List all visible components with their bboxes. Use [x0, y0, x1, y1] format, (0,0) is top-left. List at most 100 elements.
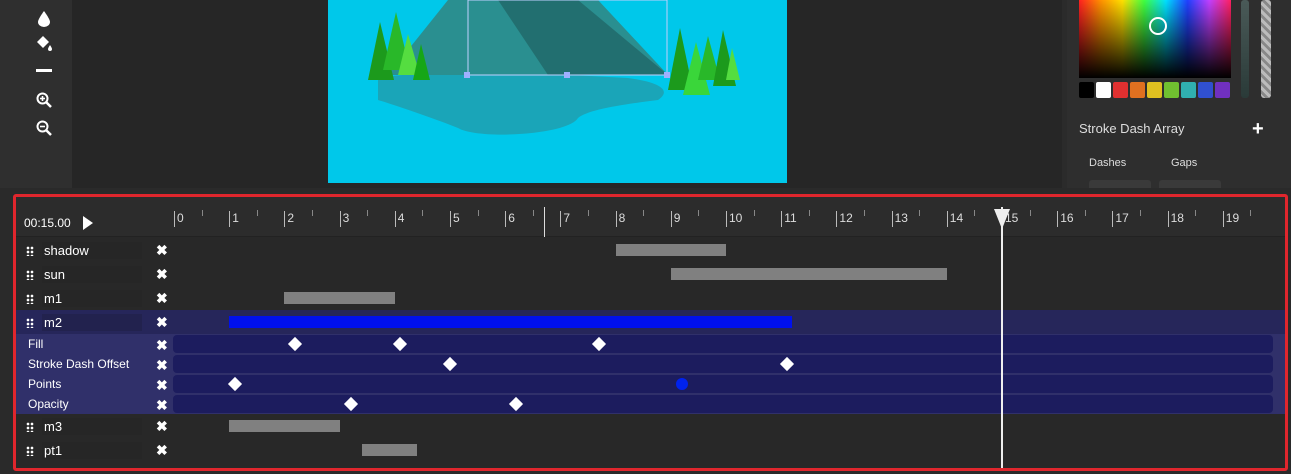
layer-name[interactable]: sun	[42, 266, 142, 283]
hue-slider[interactable]	[1241, 0, 1249, 98]
property-track[interactable]	[173, 395, 1273, 413]
property-row[interactable]: Stroke Dash Offset ✖	[16, 354, 1285, 374]
layer-name-field[interactable]: m3	[26, 418, 142, 435]
editor-top-area: Stroke Dash Array + Dashes Gaps	[0, 0, 1291, 188]
layer-row-pt1[interactable]: pt1 ✖	[16, 438, 1285, 462]
remove-layer-icon[interactable]: ✖	[156, 314, 168, 331]
layer-name-field[interactable]: m2	[26, 314, 142, 331]
ruler-tick	[394, 211, 396, 227]
remove-layer-icon[interactable]: ✖	[156, 418, 168, 435]
zoom-in-icon[interactable]	[33, 89, 55, 111]
drag-handle-icon[interactable]	[26, 421, 34, 432]
color-swatch[interactable]	[1164, 82, 1179, 98]
property-row[interactable]: Opacity ✖	[16, 394, 1285, 414]
property-row[interactable]: Points ✖	[16, 374, 1285, 394]
color-swatch[interactable]	[1215, 82, 1230, 98]
remove-property-icon[interactable]: ✖	[156, 397, 168, 414]
keyframe-selected[interactable]	[675, 378, 688, 390]
ruler-minor-tick	[698, 210, 700, 216]
layer-duration-bar[interactable]	[615, 244, 726, 256]
layer-name[interactable]: m1	[42, 290, 142, 307]
play-button[interactable]	[83, 216, 93, 230]
layer-duration-bar[interactable]	[670, 268, 947, 280]
color-picker-field[interactable]	[1079, 0, 1231, 78]
layer-duration-bar[interactable]	[361, 444, 417, 456]
property-label: Opacity	[28, 397, 69, 411]
ruler-tick	[505, 211, 507, 227]
color-swatch[interactable]	[1130, 82, 1145, 98]
property-label: Points	[28, 377, 62, 391]
add-dash-button[interactable]: +	[1252, 118, 1264, 141]
drag-handle-icon[interactable]	[26, 317, 34, 328]
property-track[interactable]	[173, 355, 1273, 373]
layer-duration-bar[interactable]	[229, 420, 340, 432]
zoom-out-icon[interactable]	[33, 117, 55, 139]
current-time: 00:15.00	[24, 216, 71, 230]
timeline-ruler[interactable]: 00:15.00 0 1 2 3 4 5 6 7 8 9 10 11 12 13 14 15 16 17 18 19	[16, 197, 1285, 237]
layer-name-field[interactable]: shadow	[26, 242, 142, 259]
layer-duration-bar[interactable]	[229, 316, 793, 328]
layer-name[interactable]: m2	[42, 314, 142, 331]
layer-name[interactable]: m3	[42, 418, 142, 435]
remove-property-icon[interactable]: ✖	[156, 377, 168, 394]
ruler-minor-tick	[753, 210, 755, 216]
color-swatch[interactable]	[1198, 82, 1213, 98]
layer-row-m3[interactable]: m3 ✖	[16, 414, 1285, 438]
layer-name-field[interactable]: m1	[26, 290, 142, 307]
ruler-tick	[450, 211, 451, 227]
gaps-input[interactable]	[1159, 180, 1221, 188]
ruler-minor-tick	[312, 210, 313, 216]
drag-handle-icon[interactable]	[26, 293, 34, 304]
layer-row-m1[interactable]: m1 ✖	[16, 286, 1285, 310]
ruler-minor-tick	[643, 210, 645, 216]
ruler-minor-tick	[256, 210, 258, 216]
playhead-handle[interactable]	[994, 209, 1010, 229]
color-picker-handle[interactable]	[1149, 17, 1167, 35]
ruler-tick	[836, 211, 838, 227]
property-track[interactable]	[173, 335, 1273, 353]
layer-row-sun[interactable]: sun ✖	[16, 262, 1285, 286]
color-swatch[interactable]	[1096, 82, 1111, 98]
color-swatch[interactable]	[1181, 82, 1196, 98]
ruler-tick	[560, 211, 562, 227]
paint-bucket-icon[interactable]	[33, 33, 55, 55]
ruler-tick	[1112, 211, 1114, 227]
color-swatch[interactable]	[1113, 82, 1128, 98]
color-swatch[interactable]	[1079, 82, 1094, 98]
layer-name[interactable]: shadow	[42, 242, 142, 259]
alpha-slider[interactable]	[1261, 0, 1271, 98]
ruler-tick-label: 9	[673, 211, 681, 225]
remove-layer-icon[interactable]: ✖	[156, 290, 168, 307]
minus-icon[interactable]	[33, 60, 55, 82]
remove-layer-icon[interactable]: ✖	[156, 266, 168, 283]
remove-property-icon[interactable]: ✖	[156, 357, 168, 374]
remove-layer-icon[interactable]: ✖	[156, 242, 168, 259]
layer-duration-bar[interactable]	[284, 292, 395, 304]
ruler-tick	[726, 211, 727, 227]
ruler-tick-label: 18	[1170, 211, 1184, 225]
ruler-tick-label: 12	[839, 211, 853, 225]
layer-name-field[interactable]: pt1	[26, 442, 142, 459]
layer-row-shadow[interactable]: shadow ✖	[16, 238, 1285, 262]
ruler-tick-label: 7	[563, 211, 571, 225]
ruler-minor-tick	[588, 210, 589, 216]
ruler-tick	[615, 211, 617, 227]
layer-name[interactable]: pt1	[42, 442, 142, 459]
dashes-input[interactable]	[1089, 180, 1151, 188]
drag-handle-icon[interactable]	[26, 269, 34, 280]
layer-name-field[interactable]: sun	[26, 266, 142, 283]
drag-handle-icon[interactable]	[26, 245, 34, 256]
playhead[interactable]	[1001, 207, 1003, 468]
property-row[interactable]: Fill ✖	[16, 334, 1285, 354]
artboard-scene[interactable]	[328, 0, 787, 183]
color-swatch[interactable]	[1147, 82, 1162, 98]
ruler-tick	[229, 211, 231, 227]
remove-property-icon[interactable]: ✖	[156, 337, 168, 354]
remove-layer-icon[interactable]: ✖	[156, 442, 168, 459]
drop-icon[interactable]	[33, 8, 55, 30]
ruler-tick-label: 11	[784, 211, 797, 225]
ruler-minor-tick	[919, 210, 921, 216]
drag-handle-icon[interactable]	[26, 445, 34, 456]
property-track[interactable]	[173, 375, 1273, 393]
layer-row-m2[interactable]: m2 ✖	[16, 310, 1285, 334]
